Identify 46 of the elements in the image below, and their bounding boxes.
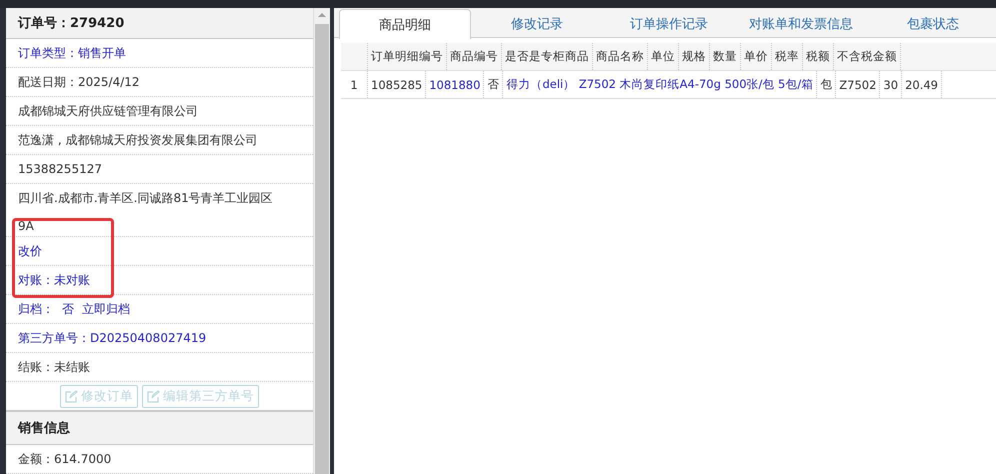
order-info-text: 成都锦城天府供应链管理有限公司	[18, 102, 198, 120]
order-info-text: 结账：未结账	[18, 359, 90, 376]
column-header: 是否是专柜商品	[502, 43, 593, 70]
table-cell: 30	[880, 71, 902, 98]
scroll-up-icon[interactable]	[317, 12, 327, 18]
column-header: 税额	[803, 43, 834, 70]
tab[interactable]: 对账单和发票信息	[735, 9, 867, 38]
order-info-text: 范逸潇 , 成都锦城天府投资发展集团有限公司	[18, 132, 258, 149]
table-cell: 1085285	[368, 71, 426, 98]
column-header: 不含税金额	[834, 43, 901, 70]
archive-link[interactable]: 立即归档	[82, 295, 130, 324]
order-link[interactable]: 对账：未对账	[18, 266, 90, 294]
table-cell: Z7502	[836, 71, 880, 98]
column-header: 订单明细编号	[368, 43, 447, 70]
order-link[interactable]: 改价	[18, 237, 42, 266]
row-number: 1	[341, 71, 368, 98]
table-cell-link[interactable]: 得力（deli） Z7502 木尚复印纸A4-70g 500张/包 5包/箱	[503, 71, 818, 98]
order-link[interactable]: 订单类型：销售开单	[18, 38, 126, 67]
column-header: 单位	[648, 43, 679, 70]
table-cell: 否	[484, 71, 504, 98]
edit-icon	[147, 390, 160, 403]
column-header: 税率	[772, 43, 803, 70]
archive-status: 否	[62, 301, 74, 318]
column-header: 规格	[679, 43, 710, 70]
tab[interactable]: 包裹状态	[867, 9, 996, 38]
tab[interactable]: 订单操作记录	[603, 9, 735, 38]
tab[interactable]: 商品明细	[339, 9, 471, 39]
column-header: 商品编号	[447, 43, 502, 70]
column-header: 商品名称	[593, 43, 648, 70]
edit-icon	[65, 390, 78, 403]
table-cell: 20.49	[902, 71, 942, 98]
order-info-text: 配送日期：2025/4/12	[18, 74, 140, 91]
archive-label: 归档：	[18, 301, 54, 318]
column-header: 单价	[741, 43, 772, 70]
tab[interactable]: 修改记录	[471, 9, 603, 38]
order-number: 订单号：279420	[18, 14, 124, 32]
section-title: 销售信息	[18, 420, 70, 438]
order-info-text: 15388255127	[18, 160, 102, 178]
order-info-text: 四川省.成都市.青羊区.同诚路81号青羊工业园区9A	[18, 190, 274, 235]
amount-text: 金额：614.7000	[18, 451, 112, 468]
scrollbar[interactable]	[314, 8, 330, 474]
table-cell: 包	[817, 71, 836, 98]
table-cell-link[interactable]: 1081880	[426, 71, 484, 98]
column-header: 数量	[710, 43, 741, 70]
order-link[interactable]: 第三方单号：D20250408027419	[18, 324, 206, 352]
scrollbar-thumb[interactable]	[315, 24, 329, 474]
